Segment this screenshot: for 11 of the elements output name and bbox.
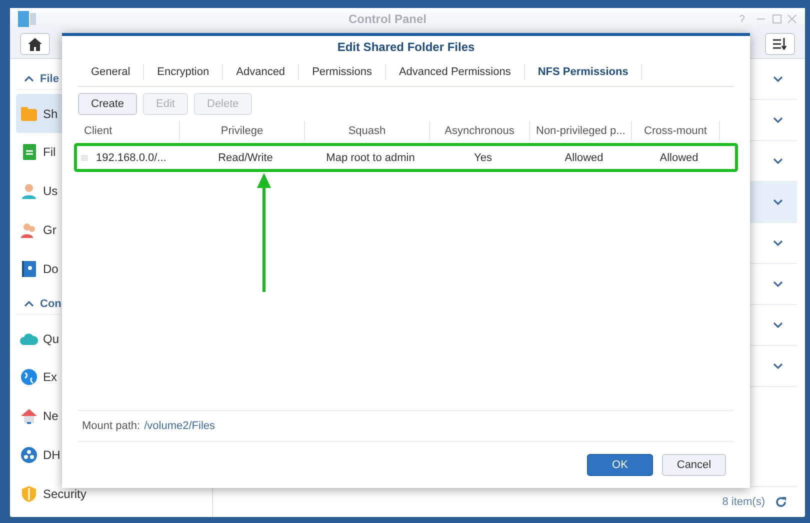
item-count: 8 item(s): [722, 496, 765, 508]
window-title: Control Panel: [347, 12, 428, 26]
table-cell: 192.168.0.0/...: [96, 152, 166, 164]
table-cell-text: Allowed: [564, 152, 604, 164]
table-cell-text: Yes: [473, 152, 493, 164]
dialog-title: Edit Shared Folder Files: [336, 39, 476, 56]
table-cell-text: Read/Write: [217, 152, 274, 164]
mount-path-label: Mount path:: [82, 420, 140, 432]
mount-path-value: /volume2/Files: [144, 420, 216, 432]
table-cell-text: Map root to admin: [325, 152, 416, 164]
table-cell-text: Allowed: [658, 152, 700, 164]
